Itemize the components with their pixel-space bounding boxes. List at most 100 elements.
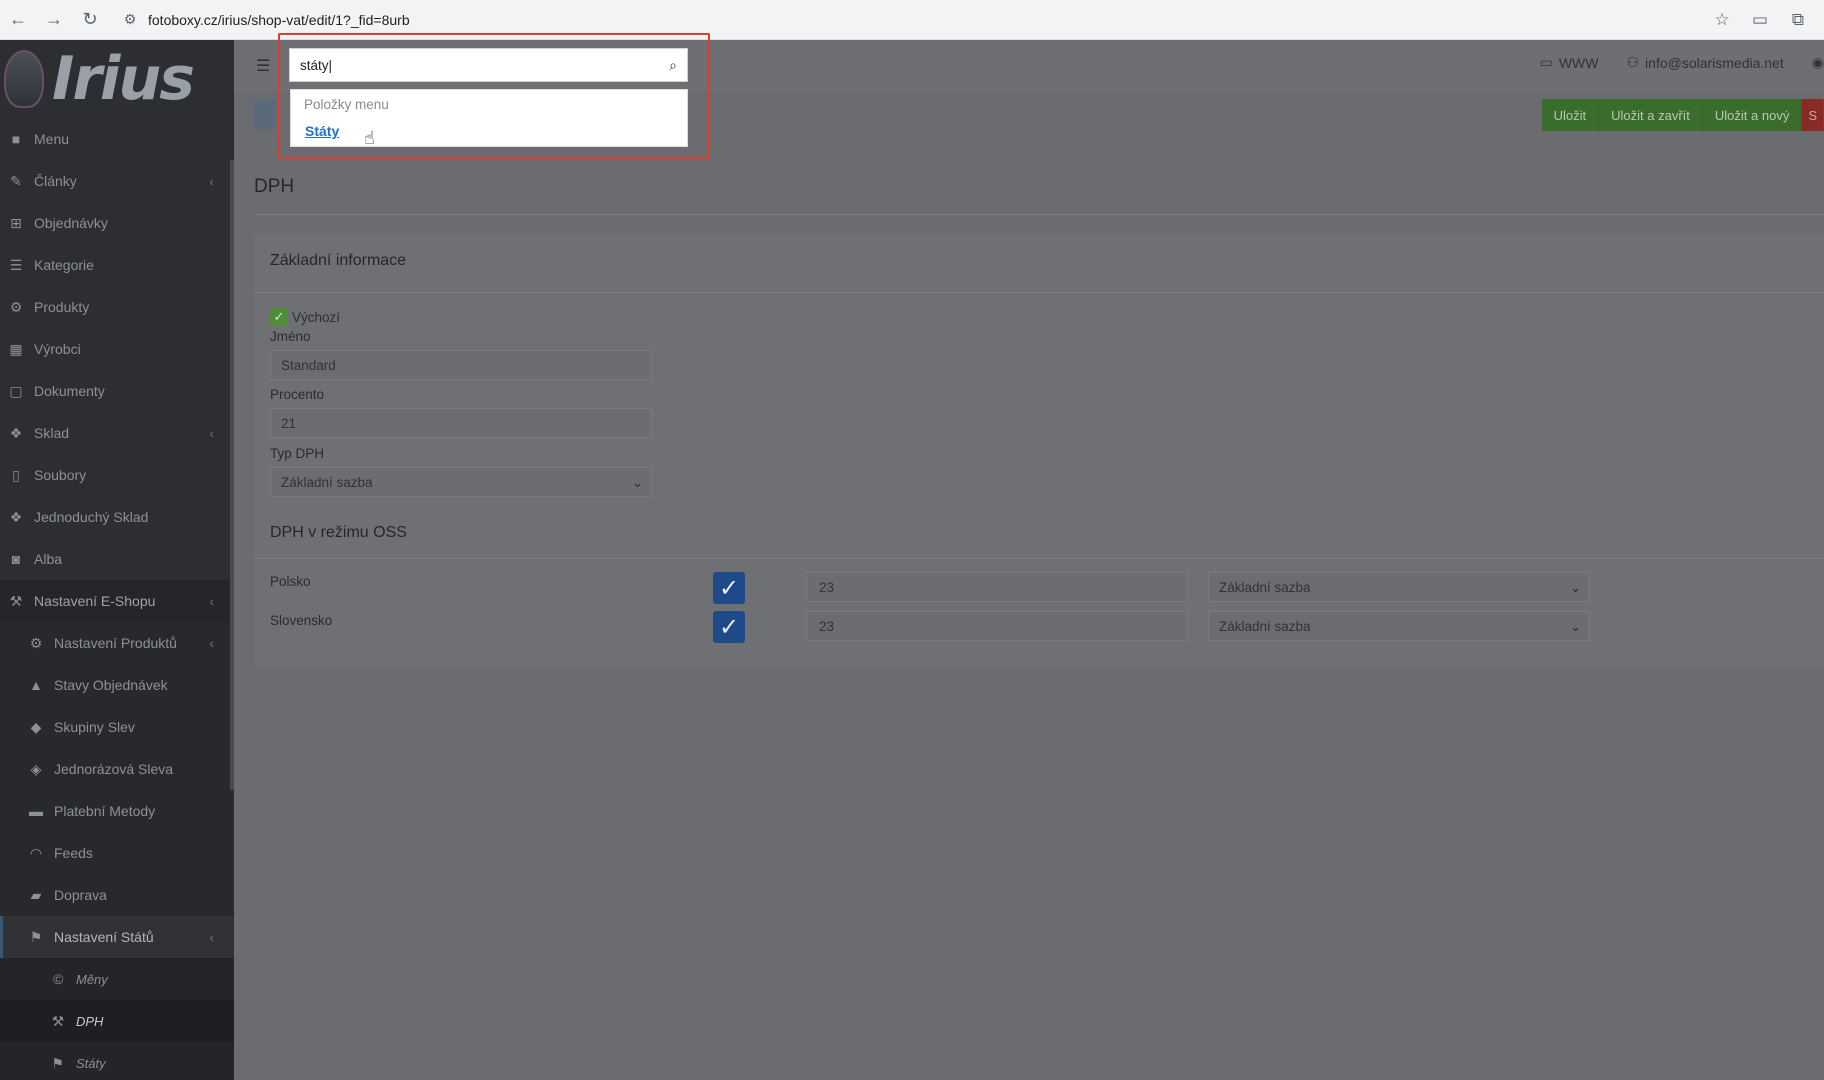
chevron-down-icon: ⌄ <box>632 475 643 490</box>
cast-icon[interactable]: ▭ <box>1748 8 1772 32</box>
checkmark-icon[interactable]: ✓ <box>270 308 288 326</box>
oss-type-value: Základní sazba <box>1219 618 1311 634</box>
sidebar-item-label: Jednoduchý Sklad <box>34 509 149 525</box>
address-bar[interactable]: ⚙ fotoboxy.cz/irius/shop-vat/edit/1?_fid… <box>116 5 1710 35</box>
oss-checkbox[interactable]: ✓ <box>713 611 745 643</box>
sidebar-item-label: Měny <box>76 971 108 987</box>
monitor-icon: ▭ <box>1539 54 1553 70</box>
sidebar-item-sklad[interactable]: ❖ Sklad ‹ <box>0 412 234 454</box>
chevron-left-icon: ‹ <box>209 635 214 651</box>
chevron-left-icon: ‹ <box>209 173 214 189</box>
sidebar-item-platebni-metody[interactable]: ▬ Platební Metody <box>0 790 234 832</box>
truck-icon: ▰ <box>30 886 42 903</box>
browser-toolbar: ← → ↻ ⚙ fotoboxy.cz/irius/shop-vat/edit/… <box>0 0 1824 40</box>
default-label: Výchozí <box>292 309 341 325</box>
sidebar-item-soubory[interactable]: ▯ Soubory <box>0 454 234 496</box>
sidebar-item-stavy-objednavek[interactable]: ▲ Stavy Objednávek <box>0 664 234 706</box>
vat-type-value: Základní sazba <box>281 474 373 490</box>
sidebar-item-label: Nastavení Států <box>54 929 154 945</box>
logo[interactable]: Irius <box>0 40 234 118</box>
www-link[interactable]: ▭ WWW <box>1540 54 1599 71</box>
www-label: WWW <box>1558 54 1599 71</box>
extensions-icon[interactable]: ⧉ <box>1786 8 1810 32</box>
document-icon: ▢ <box>9 382 23 399</box>
sidebar-item-label: Alba <box>34 551 63 567</box>
save-new-button[interactable]: Uložit a nový <box>1702 99 1803 131</box>
sidebar-item-dph[interactable]: ⚒ DPH <box>0 1000 234 1042</box>
sidebar-item-alba[interactable]: ◙ Alba <box>0 538 234 580</box>
bookmark-star-icon[interactable]: ☆ <box>1710 8 1734 32</box>
sidebar-item-label: Nastavení E-Shopu <box>34 593 156 609</box>
camera-icon: ◙ <box>11 551 21 567</box>
sidebar-item-staty[interactable]: ⚑ Státy <box>0 1042 234 1080</box>
delete-button[interactable]: S <box>1802 99 1824 131</box>
sidebar: Irius ■ Menu ✎ Články ‹ ⊞ Objednávky ☰ Katego… <box>0 40 234 1080</box>
oss-type-select[interactable]: Základní sazba ⌄ <box>1208 611 1590 641</box>
sidebar-item-dokumenty[interactable]: ▢ Dokumenty <box>0 370 234 412</box>
sidebar-item-label: Články <box>34 173 77 189</box>
chevron-left-icon: ‹ <box>209 593 214 609</box>
name-input[interactable]: Standard <box>270 350 652 380</box>
oss-type-select[interactable]: Základní sazba ⌄ <box>1208 572 1590 602</box>
forward-arrow-icon[interactable]: → <box>36 3 72 37</box>
sidebar-item-label: Soubory <box>34 467 87 483</box>
sidebar-item-label: Feeds <box>54 845 93 861</box>
user-icon: ⚇ <box>1626 54 1640 70</box>
section-title-basic: Základní informace <box>270 252 407 269</box>
sidebar-item-jednorazova-sleva[interactable]: ◈ Jednorázová Sleva <box>0 748 234 790</box>
percent-input[interactable]: 21 <box>270 408 652 438</box>
sidebar-item-kategorie[interactable]: ☰ Kategorie <box>0 244 234 286</box>
sidebar-item-feeds[interactable]: ◠ Feeds <box>0 832 234 874</box>
gavel-icon: ⚒ <box>51 1012 65 1029</box>
sidebar-item-label: Dokumenty <box>34 383 105 399</box>
rss-icon: ◠ <box>29 844 43 861</box>
building-icon: ▦ <box>9 340 23 357</box>
back-arrow-icon[interactable]: ← <box>0 3 36 37</box>
sidebar-item-menu[interactable]: ■ Menu <box>0 118 234 160</box>
name-label: Jméno <box>270 329 311 344</box>
settings-icon: ⚒ <box>9 592 23 609</box>
sidebar-item-jednoduchy-sklad[interactable]: ❖ Jednoduchý Sklad <box>0 496 234 538</box>
url-text[interactable]: fotoboxy.cz/irius/shop-vat/edit/1?_fid=8… <box>148 12 410 28</box>
sidebar-item-clanky[interactable]: ✎ Články ‹ <box>0 160 234 202</box>
section-divider <box>254 558 1824 559</box>
site-settings-icon[interactable]: ⚙ <box>116 11 144 28</box>
hamburger-menu-icon[interactable]: ☰ <box>256 56 270 76</box>
oss-checkbox[interactable]: ✓ <box>713 572 745 604</box>
percent-label: Procento <box>270 387 325 402</box>
sidebar-item-label: Menu <box>34 131 70 147</box>
sidebar-item-label: Stavy Objednávek <box>54 677 168 693</box>
save-close-button[interactable]: Uložit a zavřít <box>1599 99 1703 131</box>
default-checkbox-row[interactable]: ✓ Výchozí <box>270 308 340 326</box>
save-button[interactable]: Uložit <box>1541 99 1600 131</box>
sidebar-item-meny[interactable]: © Měny <box>0 958 234 1000</box>
form-card: Základní informace ✓ Výchozí Jméno Stand… <box>254 234 1824 668</box>
sidebar-item-doprava[interactable]: ▰ Doprava <box>0 874 234 916</box>
sidebar-item-label: Platební Metody <box>54 803 156 819</box>
oss-rate-input[interactable]: 23 <box>806 572 1188 602</box>
sidebar-item-label: Sklad <box>34 425 70 441</box>
back-button[interactable] <box>254 99 276 129</box>
sidebar-item-label: Doprava <box>54 887 107 903</box>
flag-icon: ⚑ <box>29 928 43 945</box>
avatar[interactable]: ◉ <box>1812 54 1824 71</box>
sidebar-scrollbar[interactable] <box>230 160 234 790</box>
sidebar-item-nastaveni-eshopu[interactable]: ⚒ Nastavení E-Shopu ‹ <box>0 580 234 622</box>
chevron-down-icon: ⌄ <box>1570 619 1581 634</box>
sidebar-item-skupiny-slev[interactable]: ◆ Skupiny Slev <box>0 706 234 748</box>
oss-rate-input[interactable]: 23 <box>806 611 1188 641</box>
vat-type-select[interactable]: Základní sazba ⌄ <box>270 467 652 497</box>
file-icon: ▯ <box>12 466 20 483</box>
logo-text: Irius <box>52 44 195 114</box>
pencil-icon: ✎ <box>10 172 22 189</box>
reload-icon[interactable]: ↻ <box>72 3 108 37</box>
sidebar-item-vyrobci[interactable]: ▦ Výrobci <box>0 328 234 370</box>
section-divider <box>254 292 1824 293</box>
sidebar-item-nastaveni-statu[interactable]: ⚑ Nastavení Států ‹ <box>0 916 234 958</box>
sidebar-item-produkty[interactable]: ⚙ Produkty <box>0 286 234 328</box>
sidebar-item-objednavky[interactable]: ⊞ Objednávky <box>0 202 234 244</box>
gear-icon: ⚙ <box>9 298 23 315</box>
user-menu[interactable]: ⚇ info@solarismedia.net <box>1626 54 1783 71</box>
sidebar-item-nastaveni-produktu[interactable]: ⚙ Nastavení Produktů ‹ <box>0 622 234 664</box>
chevron-left-icon: ‹ <box>209 425 214 441</box>
